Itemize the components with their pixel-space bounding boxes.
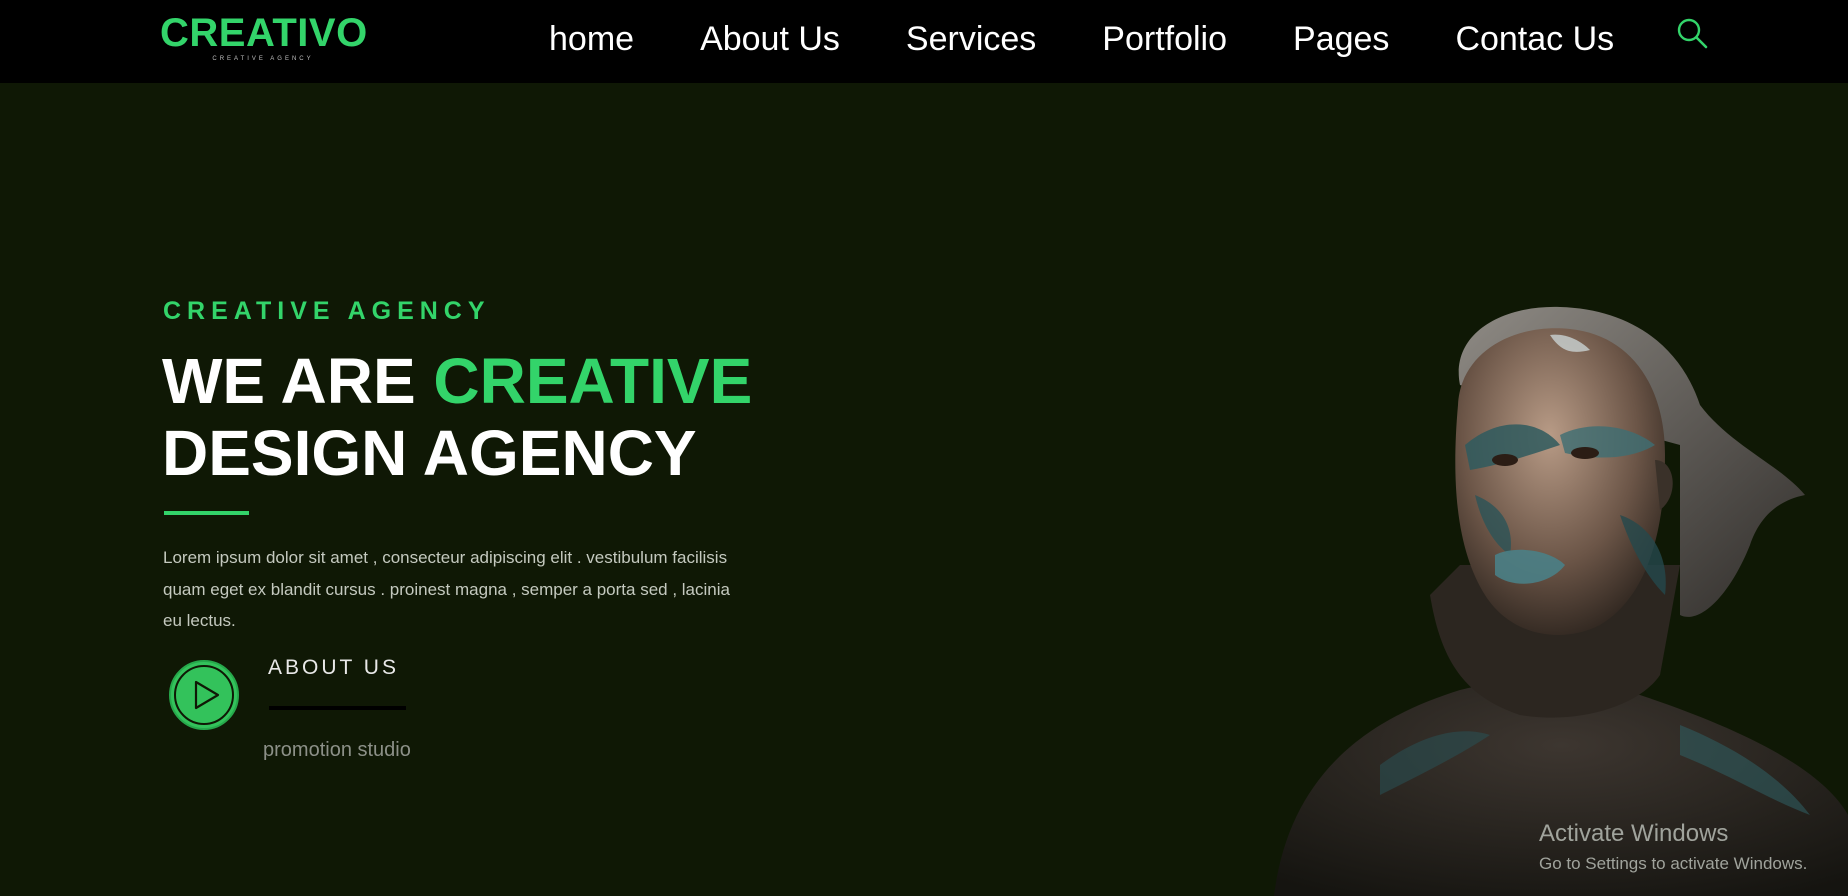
face-painted-woman-portrait xyxy=(1274,306,1848,896)
activate-windows-title: Activate Windows xyxy=(1539,820,1729,847)
headline-part1: WE ARE xyxy=(162,345,434,417)
hero-eyebrow: CREATIVE AGENCY xyxy=(163,297,491,325)
hero-divider xyxy=(164,511,249,515)
about-us-link[interactable]: ABOUT US xyxy=(268,655,399,681)
logo-tagline: CREATIVE AGENCY xyxy=(212,56,314,62)
nav-item-about-us[interactable]: About Us xyxy=(700,19,840,59)
hero-body-text: Lorem ipsum dolor sit amet , consecteur … xyxy=(163,548,730,630)
top-navbar: CREATIVO CREATIVE AGENCY home About Us S… xyxy=(0,0,1848,83)
activate-windows-subtitle: Go to Settings to activate Windows. xyxy=(1539,854,1808,873)
headline-line2: DESIGN AGENCY xyxy=(162,417,697,489)
page: CREATIVO CREATIVE AGENCY home About Us S… xyxy=(0,0,1848,896)
headline-accent: CREATIVE xyxy=(433,345,753,417)
nav-item-portfolio[interactable]: Portfolio xyxy=(1102,19,1227,59)
logo-wordmark: CREATIVO xyxy=(160,11,368,55)
nav-item-home[interactable]: home xyxy=(549,19,634,59)
search-icon[interactable] xyxy=(1675,16,1709,50)
nav-item-contact-us[interactable]: Contac Us xyxy=(1455,19,1614,59)
nav-item-services[interactable]: Services xyxy=(906,19,1036,59)
about-us-underline xyxy=(269,706,406,710)
main-nav: home About Us Services Portfolio Pages C… xyxy=(549,0,1614,78)
promotion-caption: promotion studio xyxy=(263,739,411,761)
logo[interactable]: CREATIVO CREATIVE AGENCY xyxy=(160,11,368,63)
hero-headline: WE ARE CREATIVE DESIGN AGENCY xyxy=(162,345,752,489)
play-icon[interactable] xyxy=(168,659,240,731)
nav-item-pages[interactable]: Pages xyxy=(1293,19,1389,59)
